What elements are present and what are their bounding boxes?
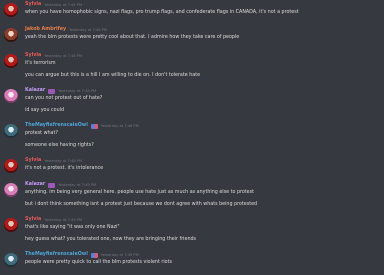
timestamp: Yesterday at 7:48 PM [100,124,139,128]
timestamp: Yesterday at 7:49 PM [100,253,139,257]
timestamp: Yesterday at 7:44 PM [44,3,83,7]
author-name[interactable]: TheMayfiefrenscaleOwl [25,251,88,259]
message-text: can you not protest out of hate? [25,96,103,101]
avatar[interactable] [4,218,18,232]
avatar[interactable] [4,253,18,267]
avatar[interactable] [4,183,18,197]
timestamp: Yesterday at 7:46 PM [69,28,107,32]
message-text: people were pretty quick to call the blm… [25,260,172,265]
author-name[interactable]: Kalazar [25,87,45,95]
author-name[interactable]: Sylvia [25,52,41,60]
message-text: when you have homophobic signs, nazi fla… [25,10,299,15]
message-text: but i dont think something isnt a protes… [25,202,258,207]
message-text: you can argue but this is a hill I am wi… [25,73,201,78]
timestamp: Yesterday at 7:48 PM [58,89,97,93]
message-text: someone else having rights? [25,143,94,148]
message-text: id say you could [25,108,65,113]
message-text: it's not a protest. it's intolerance [25,166,104,171]
message-text: that's like saying "it was only one Nazi… [25,225,120,230]
author-name[interactable]: Kalazar [25,181,45,189]
flag-badge-icon [90,252,98,258]
avatar[interactable] [4,124,18,138]
timestamp: Yesterday at 7:49 PM [44,218,83,222]
author-name[interactable]: Sylvia [25,216,41,224]
timestamp: Yesterday at 7:48 PM [44,159,83,163]
author-name[interactable]: Jakob Ambrifey [25,26,66,34]
role-badge-icon [48,182,56,188]
message-text: protest what? [25,131,58,136]
avatar[interactable] [4,89,18,103]
timestamp: Yesterday at 7:46 PM [44,54,83,58]
role-badge-icon [48,88,56,94]
message-text: yeah the blm protests were pretty cool a… [25,35,240,40]
message-text: it's terrorism [25,61,56,66]
avatar[interactable] [4,159,18,173]
avatar[interactable] [4,54,18,68]
avatar[interactable] [4,28,18,42]
timestamp: Yesterday at 7:49 PM [58,183,97,187]
chat-log: Sylvia Yesterday at 7:44 PM when you hav… [0,0,384,275]
author-name[interactable]: Sylvia [25,157,41,165]
message-text: hey guess what? you tolerated one, now t… [25,237,197,242]
message-text: anything. im being very general here. pe… [25,190,255,195]
avatar[interactable] [4,3,18,17]
author-name[interactable]: Sylvia [25,1,41,9]
author-name[interactable]: TheMayfiefrenscaleOwl [25,122,88,130]
flag-badge-icon [90,123,98,129]
